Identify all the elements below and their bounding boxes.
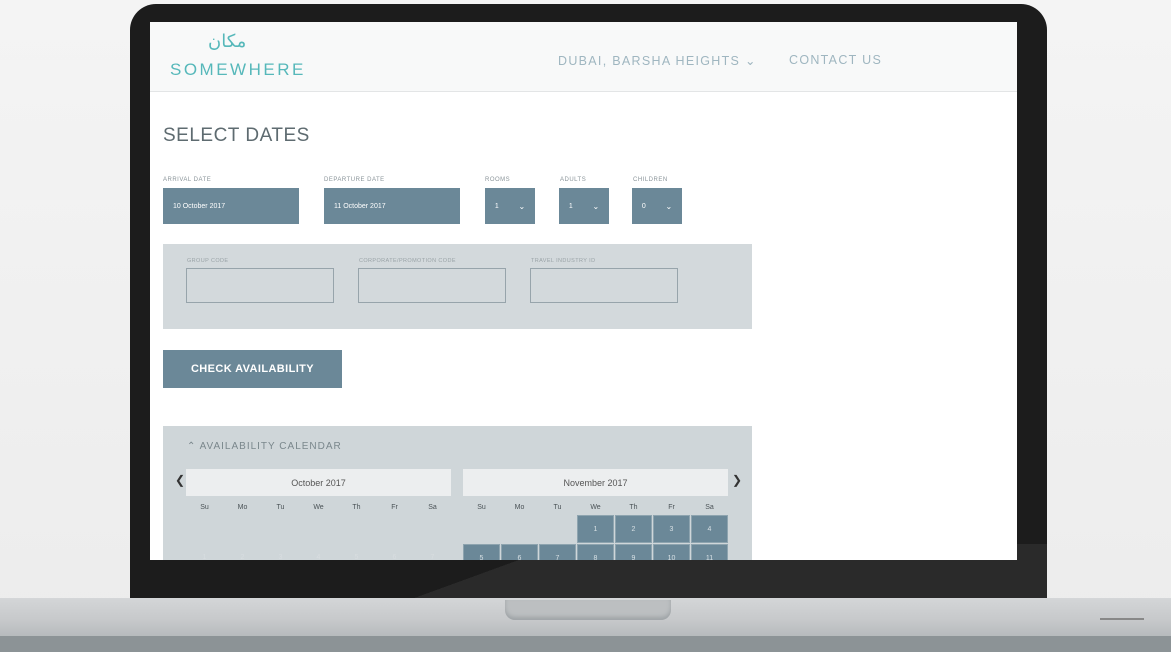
calendar-day[interactable]: 7 [414, 544, 451, 560]
laptop-indicator [1100, 618, 1144, 620]
contact-link[interactable]: CONTACT US [789, 53, 882, 67]
calendar-day[interactable]: 6 [501, 544, 538, 560]
chevron-down-icon: ⌄ [665, 201, 673, 211]
calendar-day[interactable]: 5 [338, 544, 375, 560]
rooms-value: 1 [494, 202, 499, 210]
weekday-label: Tu [276, 504, 285, 511]
departure-date-field[interactable]: 11 October 2017 [324, 188, 460, 224]
adults-select[interactable]: 1 ⌄ [559, 188, 609, 224]
children-value: 0 [641, 202, 646, 210]
calendar-day[interactable]: 4 [300, 544, 337, 560]
prev-month-icon[interactable]: ❮ [175, 473, 185, 487]
calendar-title-text: AVAILABILITY CALENDAR [199, 441, 342, 452]
weekday-label: We [590, 504, 601, 511]
availability-calendar: ⌃ AVAILABILITY CALENDAR ❮ ❯ October 2017… [163, 426, 752, 560]
calendar-day[interactable]: 6 [376, 544, 413, 560]
chevron-down-icon: ⌄ [592, 201, 600, 211]
travel-id-input[interactable] [530, 268, 678, 303]
adults-label: ADULTS [560, 177, 587, 183]
weekday-label: Fr [668, 504, 675, 511]
calendar-day[interactable]: 4 [691, 515, 728, 543]
calendar-day[interactable]: 10 [653, 544, 690, 560]
logo-arabic[interactable]: مكان [208, 31, 246, 52]
right-month-header: November 2017 [463, 469, 728, 496]
next-month-icon[interactable]: ❯ [732, 473, 742, 487]
children-select[interactable]: 0 ⌄ [632, 188, 682, 224]
calendar-day[interactable]: 11 [691, 544, 728, 560]
weekday-label: Sa [705, 504, 714, 511]
browser-screen: مكان SOMEWHERE DUBAI, BARSHA HEIGHTS ⌄ C… [150, 22, 1017, 560]
page-title: SELECT DATES [163, 125, 310, 146]
calendar-day[interactable]: 5 [463, 544, 500, 560]
travel-id-label: TRAVEL INDUSTRY ID [531, 258, 596, 264]
adults-value: 1 [568, 202, 573, 210]
check-availability-button[interactable]: CHECK AVAILABILITY [163, 350, 342, 388]
chevron-down-icon: ⌄ [518, 201, 526, 211]
arrival-date-field[interactable]: 10 October 2017 [163, 188, 299, 224]
weekday-label: Sa [428, 504, 437, 511]
weekday-label: Th [629, 504, 638, 511]
calendar-day[interactable]: 1 [186, 544, 223, 560]
arrival-label: ARRIVAL DATE [163, 177, 212, 183]
departure-label: DEPARTURE DATE [324, 177, 385, 183]
weekday-label: Th [352, 504, 361, 511]
corporate-code-input[interactable] [358, 268, 506, 303]
site-header: مكان SOMEWHERE DUBAI, BARSHA HEIGHTS ⌄ C… [150, 22, 1017, 92]
weekday-label: Mo [237, 504, 248, 511]
laptop-notch [505, 600, 671, 620]
weekday-label: Su [477, 504, 486, 511]
chevron-up-icon: ⌃ [187, 441, 200, 452]
calendar-day[interactable]: 2 [224, 544, 261, 560]
weekday-label: Mo [514, 504, 525, 511]
weekday-label: Su [200, 504, 209, 511]
calendar-day[interactable]: 3 [262, 544, 299, 560]
group-code-label: GROUP CODE [187, 258, 229, 264]
calendar-day[interactable]: 3 [653, 515, 690, 543]
logo-text[interactable]: SOMEWHERE [170, 60, 306, 80]
calendar-day[interactable]: 8 [577, 544, 614, 560]
location-dropdown[interactable]: DUBAI, BARSHA HEIGHTS ⌄ [558, 53, 757, 68]
children-label: CHILDREN [633, 177, 668, 183]
weekday-label: Fr [391, 504, 398, 511]
weekday-label: Tu [553, 504, 562, 511]
rooms-select[interactable]: 1 ⌄ [485, 188, 535, 224]
weekday-label: We [313, 504, 324, 511]
left-month-header: October 2017 [186, 469, 451, 496]
calendar-title[interactable]: ⌃ AVAILABILITY CALENDAR [187, 441, 342, 452]
calendar-day[interactable]: 7 [539, 544, 576, 560]
calendar-day[interactable]: 9 [615, 544, 652, 560]
corporate-code-label: CORPORATE/PROMOTION CODE [359, 258, 456, 264]
rooms-label: ROOMS [485, 177, 511, 183]
calendar-day[interactable]: 2 [615, 515, 652, 543]
calendar-day[interactable]: 1 [577, 515, 614, 543]
group-code-input[interactable] [186, 268, 334, 303]
codes-panel: GROUP CODE CORPORATE/PROMOTION CODE TRAV… [163, 244, 752, 329]
